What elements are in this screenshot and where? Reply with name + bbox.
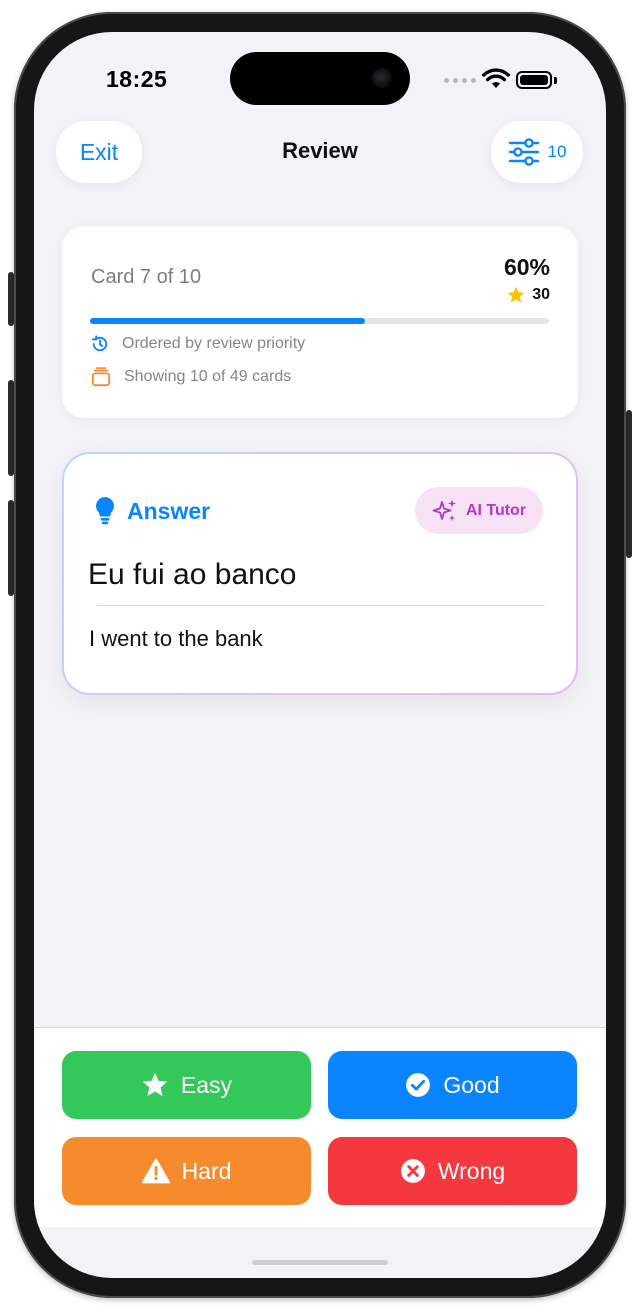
answer-phrase: Eu fui ao banco bbox=[88, 558, 297, 591]
ordering-text: Ordered by review priority bbox=[122, 335, 306, 352]
divider bbox=[97, 605, 545, 606]
checkmark-circle-icon bbox=[406, 1073, 431, 1097]
answer-card-body: Answer AI Tutor Eu fui ao banco I went t… bbox=[64, 454, 576, 693]
progress-bar-fill bbox=[90, 318, 366, 324]
star-icon bbox=[507, 286, 525, 303]
sparkles-icon bbox=[432, 499, 456, 521]
filter-button[interactable]: 10 bbox=[491, 121, 583, 183]
good-button[interactable]: Good bbox=[328, 1051, 577, 1119]
showing-info: Showing 10 of 49 cards bbox=[90, 367, 291, 387]
status-time: 18:25 bbox=[106, 66, 168, 92]
ai-tutor-label: AI Tutor bbox=[465, 501, 527, 519]
hard-button[interactable]: Hard bbox=[62, 1137, 311, 1205]
clock-history-icon bbox=[91, 335, 108, 352]
progress-card: Card 7 of 10 60% 30 Ordered by review pr… bbox=[62, 226, 578, 418]
sliders-icon bbox=[508, 138, 539, 166]
wifi-icon bbox=[482, 68, 510, 88]
screen: 18:25 Exit Review 10 Card 7 of 10 60% 30… bbox=[34, 32, 606, 1278]
battery-tip bbox=[554, 77, 557, 84]
x-circle-icon bbox=[400, 1159, 425, 1183]
easy-label: Easy bbox=[180, 1071, 233, 1098]
card-position-label: Card 7 of 10 bbox=[91, 266, 202, 288]
answer-card: Answer AI Tutor Eu fui ao banco I went t… bbox=[62, 452, 578, 695]
camera-icon bbox=[372, 68, 392, 88]
answer-translation: I went to the bank bbox=[89, 626, 263, 651]
ai-tutor-button[interactable]: AI Tutor bbox=[415, 487, 543, 534]
answer-header: Answer bbox=[95, 496, 210, 526]
good-label: Good bbox=[443, 1071, 500, 1098]
progress-percent: 60% bbox=[503, 254, 550, 280]
star-count: 30 bbox=[506, 285, 550, 305]
lightbulb-icon bbox=[96, 497, 114, 525]
filter-count: 10 bbox=[547, 142, 567, 161]
progress-bar bbox=[90, 318, 549, 324]
easy-button[interactable]: Easy bbox=[62, 1051, 311, 1119]
battery-icon bbox=[516, 71, 552, 89]
dynamic-island bbox=[230, 52, 410, 105]
star-icon bbox=[142, 1072, 168, 1097]
ordering-info: Ordered by review priority bbox=[90, 334, 305, 354]
power-button bbox=[626, 410, 632, 558]
grading-bar: Easy Good Hard Wrong bbox=[34, 1027, 606, 1227]
card-stack-icon bbox=[91, 367, 111, 387]
answer-label: Answer bbox=[127, 497, 211, 524]
hard-label: Hard bbox=[181, 1157, 232, 1184]
wrong-button[interactable]: Wrong bbox=[328, 1137, 577, 1205]
wrong-label: Wrong bbox=[437, 1157, 506, 1184]
showing-text: Showing 10 of 49 cards bbox=[124, 368, 292, 385]
home-indicator[interactable] bbox=[252, 1260, 388, 1265]
signal-dots-icon bbox=[444, 78, 476, 83]
warning-triangle-icon bbox=[141, 1158, 170, 1184]
status-icons bbox=[444, 68, 574, 90]
star-value: 30 bbox=[532, 286, 550, 303]
